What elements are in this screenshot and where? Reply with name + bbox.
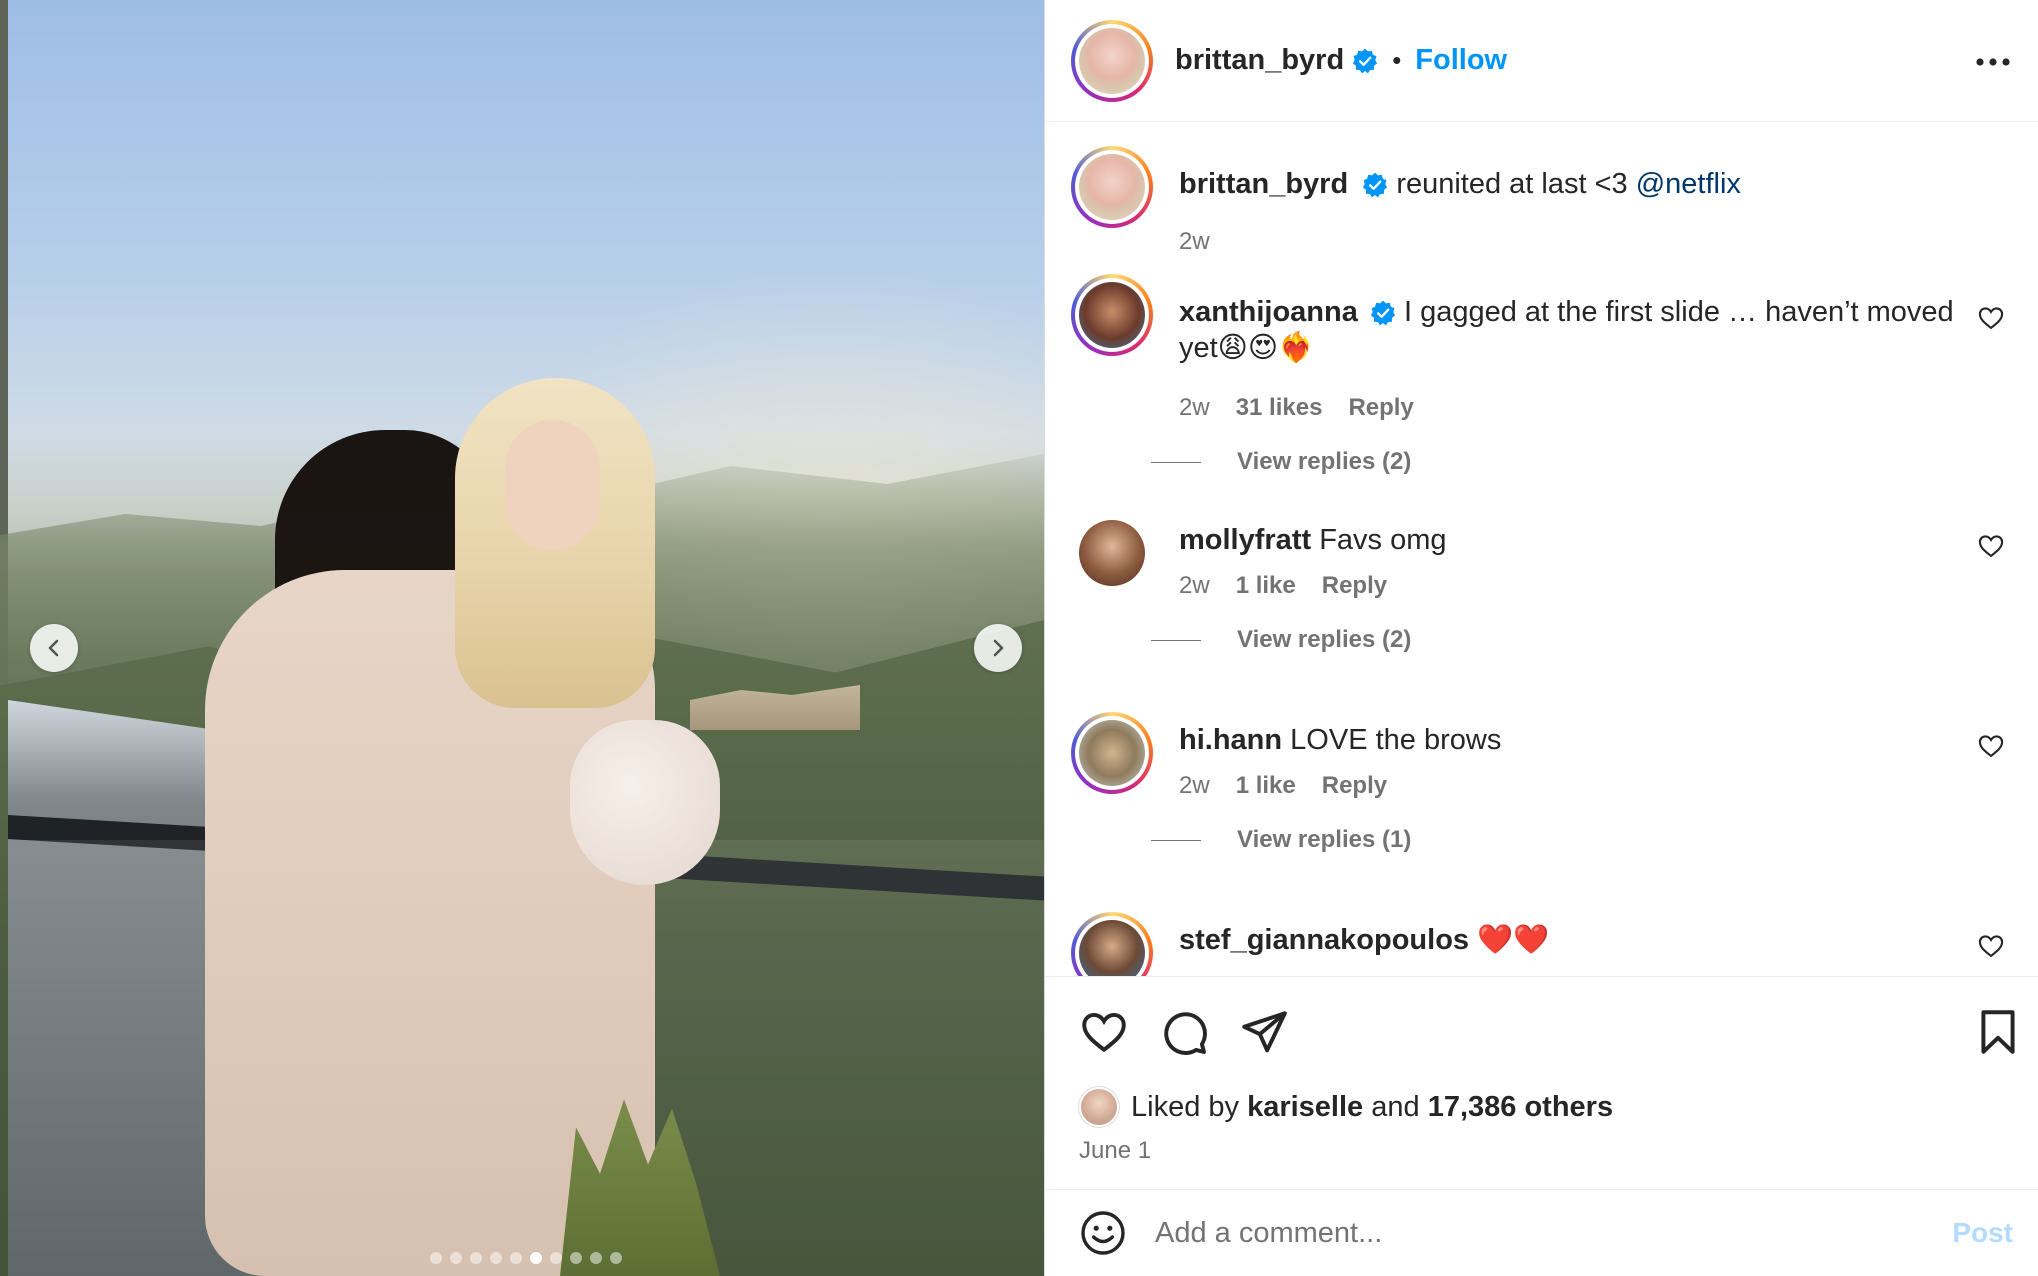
- replies-divider: [1151, 461, 1201, 463]
- replies-divider: [1151, 839, 1201, 841]
- comment-likes[interactable]: 1 like: [1236, 572, 1296, 600]
- more-options-button[interactable]: [1975, 44, 2011, 80]
- caption-username[interactable]: brittan_byrd: [1179, 168, 1348, 200]
- comment-input[interactable]: [1155, 1216, 1915, 1250]
- carousel-dot: [450, 1252, 462, 1264]
- heart-icon[interactable]: [1977, 732, 2005, 760]
- author-username[interactable]: brittan_byrd: [1175, 44, 1344, 77]
- smiley-icon[interactable]: [1079, 1209, 1127, 1257]
- comment-text-block: xanthijoanna I gagged at the first slide…: [1179, 294, 1959, 366]
- verified-badge-icon: [1370, 300, 1396, 326]
- caption-avatar[interactable]: [1071, 146, 1153, 228]
- carousel-dot: [510, 1252, 522, 1264]
- comment-username[interactable]: xanthijoanna: [1179, 296, 1358, 328]
- comment-meta: 2w 1 like Reply: [1179, 772, 1387, 800]
- comment-meta: 2w 31 likes Reply: [1179, 394, 1414, 422]
- post-actions: Liked by kariselle and 17,386 others Jun…: [1045, 976, 2038, 1190]
- comment-avatar[interactable]: [1071, 912, 1153, 976]
- carousel-dot: [530, 1252, 542, 1264]
- liker-avatar[interactable]: [1079, 1087, 1119, 1127]
- likes-count-link[interactable]: 17,386 others: [1428, 1091, 1613, 1124]
- view-replies-label: View replies (2): [1237, 626, 1412, 653]
- carousel-dot: [570, 1252, 582, 1264]
- liked-by-user-link[interactable]: kariselle: [1247, 1091, 1363, 1124]
- chevron-right-icon: [993, 639, 1004, 657]
- view-replies-label: View replies (1): [1237, 826, 1412, 853]
- view-replies-label: View replies (2): [1237, 448, 1412, 475]
- comment-username[interactable]: hi.hann: [1179, 724, 1282, 756]
- comment-avatar[interactable]: [1071, 274, 1153, 356]
- post-header: brittan_byrd • Follow: [1045, 0, 2038, 122]
- comment-item: mollyfratt Favs omg 2w 1 like Reply View…: [1071, 512, 2011, 712]
- comment-time: 2w: [1179, 772, 1210, 799]
- caption-mention-link[interactable]: @netflix: [1636, 168, 1741, 200]
- comment-composer: Post: [1045, 1190, 2038, 1276]
- paper-plane-icon[interactable]: [1239, 1007, 1289, 1057]
- heart-icon[interactable]: [1977, 532, 2005, 560]
- post-side-panel: brittan_byrd • Follow brittan_byrd reuni…: [1044, 0, 2038, 1276]
- liked-by-summary: Liked by kariselle and 17,386 others: [1079, 1087, 1613, 1127]
- carousel-dot: [610, 1252, 622, 1264]
- carousel-indicator: [430, 1252, 622, 1264]
- comment-username[interactable]: mollyfratt: [1179, 524, 1311, 556]
- carousel-dot: [470, 1252, 482, 1264]
- more-horizontal-icon: [1976, 58, 2010, 66]
- carousel-dot: [490, 1252, 502, 1264]
- reply-button[interactable]: Reply: [1348, 394, 1413, 422]
- comment-avatar[interactable]: [1075, 516, 1149, 590]
- comment-likes[interactable]: 31 likes: [1236, 394, 1323, 422]
- comment-item: xanthijoanna I gagged at the first slide…: [1071, 274, 2011, 504]
- comments-list[interactable]: brittan_byrd reunited at last <3 @netfli…: [1045, 122, 2038, 976]
- verified-badge-icon: [1352, 48, 1378, 74]
- reply-button[interactable]: Reply: [1322, 772, 1387, 800]
- caption-meta: 2w: [1179, 228, 1210, 256]
- carousel-dot: [590, 1252, 602, 1264]
- comment-time: 2w: [1179, 394, 1210, 421]
- author-avatar[interactable]: [1071, 19, 1153, 102]
- person-face: [505, 420, 600, 550]
- bookmark-icon[interactable]: [1973, 1007, 2023, 1057]
- comment-meta: 2w 1 like Reply: [1179, 572, 1387, 600]
- carousel-next-button[interactable]: [974, 624, 1022, 672]
- comment-text: ❤️❤️: [1477, 924, 1550, 956]
- caption-text-block: brittan_byrd reunited at last <3 @netfli…: [1179, 166, 1959, 202]
- caption-row: brittan_byrd reunited at last <3 @netfli…: [1071, 146, 2011, 256]
- chevron-left-icon: [48, 639, 59, 657]
- comment-bubble-icon[interactable]: [1159, 1007, 1209, 1057]
- comment-text: Favs omg: [1319, 524, 1447, 556]
- replies-divider: [1151, 639, 1201, 641]
- view-replies-button[interactable]: View replies (2): [1151, 448, 1411, 476]
- liked-by-prefix: Liked by: [1131, 1090, 1240, 1123]
- fur-bag: [570, 720, 720, 885]
- comment-text-block: hi.hann LOVE the brows: [1179, 722, 1959, 758]
- comment-item: stef_giannakopoulos ❤️❤️: [1071, 912, 2011, 976]
- carousel-dot: [550, 1252, 562, 1264]
- heart-icon[interactable]: [1079, 1007, 1129, 1057]
- follow-button[interactable]: Follow: [1415, 44, 1507, 77]
- liked-by-and: and: [1371, 1090, 1420, 1123]
- comment-item: hi.hann LOVE the brows 2w 1 like Reply V…: [1071, 712, 2011, 912]
- comment-avatar[interactable]: [1071, 712, 1153, 794]
- reply-button[interactable]: Reply: [1322, 572, 1387, 600]
- caption-time: 2w: [1179, 228, 1210, 255]
- comment-text: LOVE the brows: [1290, 724, 1502, 756]
- comment-text-block: mollyfratt Favs omg: [1179, 522, 1959, 558]
- caption-text: reunited at last <3: [1396, 168, 1628, 200]
- comment-time: 2w: [1179, 572, 1210, 599]
- carousel-dot: [430, 1252, 442, 1264]
- view-replies-button[interactable]: View replies (1): [1151, 826, 1411, 854]
- header-separator: •: [1392, 45, 1402, 75]
- instagram-post-modal: brittan_byrd • Follow brittan_byrd reuni…: [0, 0, 2038, 1276]
- verified-badge-icon: [1362, 172, 1388, 198]
- heart-icon[interactable]: [1977, 932, 2005, 960]
- post-media[interactable]: [0, 0, 1044, 1276]
- comment-username[interactable]: stef_giannakopoulos: [1179, 924, 1469, 956]
- comment-text-block: stef_giannakopoulos ❤️❤️: [1179, 922, 1959, 958]
- comment-likes[interactable]: 1 like: [1236, 772, 1296, 800]
- post-comment-button[interactable]: Post: [1952, 1217, 2013, 1249]
- heart-icon[interactable]: [1977, 304, 2005, 332]
- view-replies-button[interactable]: View replies (2): [1151, 626, 1411, 654]
- post-date[interactable]: June 1: [1079, 1137, 1151, 1165]
- carousel-prev-button[interactable]: [30, 624, 78, 672]
